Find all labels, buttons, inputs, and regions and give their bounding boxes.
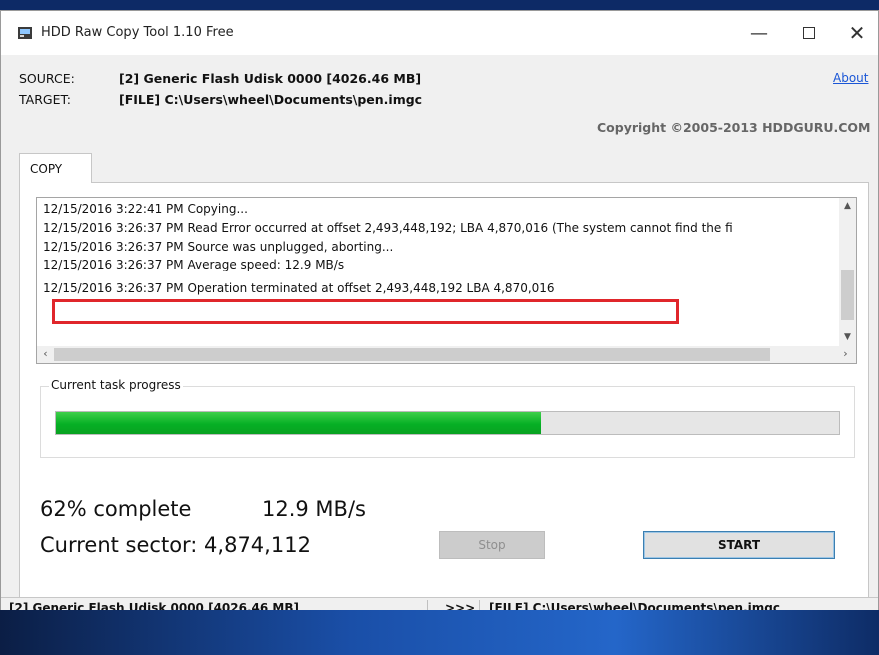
scroll-down-icon[interactable]: ▼ xyxy=(839,329,856,346)
desktop-taskbar xyxy=(0,610,879,655)
source-value: [2] Generic Flash Udisk 0000 [4026.46 MB… xyxy=(119,71,422,86)
vertical-scrollbar[interactable]: ▲ ▼ xyxy=(839,198,856,346)
horizontal-scrollbar[interactable]: ‹ › xyxy=(37,346,856,363)
vertical-scroll-thumb[interactable] xyxy=(841,270,854,320)
maximize-button[interactable] xyxy=(786,17,832,49)
copyright-text: Copyright ©2005-2013 HDDGURU.COM xyxy=(597,120,871,135)
log-line: 12/15/2016 3:26:37 PM Read Error occurre… xyxy=(43,221,733,235)
start-button[interactable]: START xyxy=(643,531,835,559)
current-sector: Current sector: 4,874,112 xyxy=(40,533,311,557)
horizontal-scroll-thumb[interactable] xyxy=(54,348,770,361)
about-link[interactable]: About xyxy=(833,71,868,85)
progress-legend: Current task progress xyxy=(49,378,183,392)
progress-bar-fill xyxy=(56,412,541,434)
close-button[interactable]: ✕ xyxy=(834,17,879,49)
log-line: 12/15/2016 3:26:37 PM Source was unplugg… xyxy=(43,240,394,254)
desktop-background-top xyxy=(0,0,879,10)
minimize-icon: — xyxy=(750,22,768,44)
title-bar[interactable]: HDD Raw Copy Tool 1.10 Free — ✕ xyxy=(1,11,878,55)
log-listbox[interactable]: 12/15/2016 3:22:41 PM Copying... 12/15/2… xyxy=(36,197,857,364)
copy-tab-panel: 12/15/2016 3:22:41 PM Copying... 12/15/2… xyxy=(19,182,869,607)
client-area: SOURCE: [2] Generic Flash Udisk 0000 [40… xyxy=(1,55,878,607)
progress-group: Current task progress xyxy=(40,378,855,458)
log-lines: 12/15/2016 3:22:41 PM Copying... 12/15/2… xyxy=(43,200,839,330)
target-value: [FILE] C:\Users\wheel\Documents\pen.imgc xyxy=(119,92,423,107)
log-line: 12/15/2016 3:26:37 PM Average speed: 12.… xyxy=(43,258,345,271)
stop-button[interactable]: Stop xyxy=(439,531,545,559)
percent-complete: 62% complete xyxy=(40,497,192,521)
close-icon: ✕ xyxy=(848,21,866,45)
scroll-left-icon[interactable]: ‹ xyxy=(37,346,54,363)
scroll-up-icon[interactable]: ▲ xyxy=(839,198,856,215)
target-label: TARGET: xyxy=(19,92,71,107)
app-window: HDD Raw Copy Tool 1.10 Free — ✕ SOURCE: … xyxy=(0,10,879,619)
copy-speed: 12.9 MB/s xyxy=(262,497,366,521)
progress-bar xyxy=(55,411,840,435)
scroll-right-icon[interactable]: › xyxy=(837,346,854,363)
window-title: HDD Raw Copy Tool 1.10 Free xyxy=(41,25,234,40)
log-line: 12/15/2016 3:22:41 PM Copying... xyxy=(43,202,248,216)
log-line-highlighted: 12/15/2016 3:26:37 PM Operation terminat… xyxy=(43,281,555,295)
hdd-app-icon xyxy=(18,27,32,39)
source-label: SOURCE: xyxy=(19,71,75,86)
minimize-button[interactable]: — xyxy=(736,17,782,49)
tab-copy[interactable]: COPY xyxy=(19,153,92,183)
maximize-icon xyxy=(803,27,815,39)
